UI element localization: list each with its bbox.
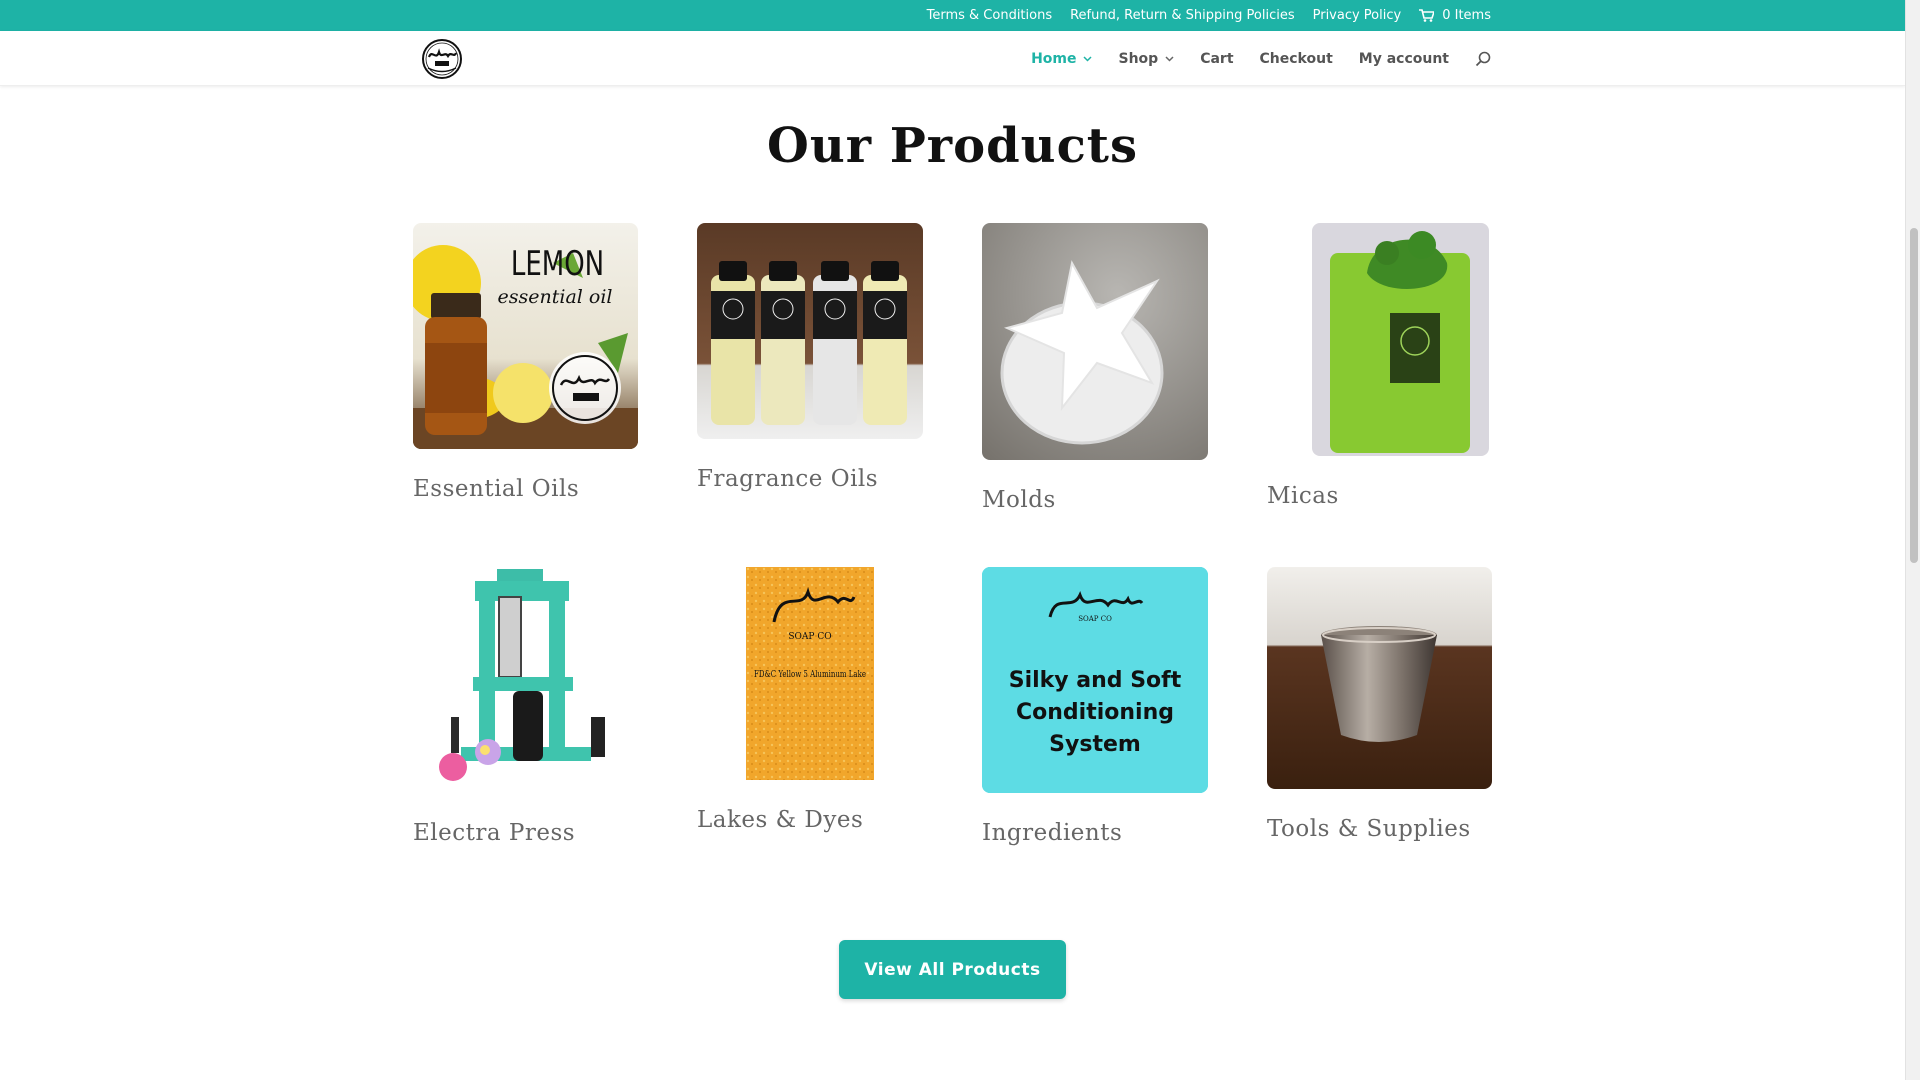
nav-item-shop[interactable]: Shop [1118, 51, 1174, 67]
lemon-image-text: LEMON [511, 245, 604, 284]
product-image-tools-supplies[interactable] [1267, 567, 1492, 789]
lakes-image-text: FD&C Yellow 5 Aluminum Lake [754, 670, 866, 680]
product-image-lakes-dyes[interactable]: SOAP CO FD&C Yellow 5 Aluminum Lake [746, 567, 874, 780]
product-name[interactable]: Essential Oils [413, 476, 579, 502]
cart-icon [1419, 9, 1435, 22]
svg-text:SOAP CO: SOAP CO [1078, 615, 1112, 623]
main-nav: Home Shop Cart Checkout My account [1031, 31, 1491, 86]
product-name[interactable]: Molds [982, 487, 1056, 513]
svg-text:SOAP CO: SOAP CO [788, 632, 831, 642]
view-all-products-button[interactable]: View All Products [839, 940, 1066, 999]
product-image-electra-press[interactable] [413, 567, 639, 793]
product-name[interactable]: Tools & Supplies [1267, 816, 1471, 842]
nav-shop-label: Shop [1118, 50, 1159, 67]
ingredients-image-text: Silky and Soft Conditioning System [1008, 668, 1182, 757]
nav-home-label: Home [1031, 50, 1077, 67]
nav-item-home[interactable]: Home [1031, 50, 1093, 67]
essential-oil-image-text: essential oil [498, 286, 613, 308]
tools-supplies-image [1267, 567, 1492, 789]
nav-item-checkout[interactable]: Checkout [1260, 51, 1333, 67]
product-name[interactable]: Ingredients [982, 820, 1122, 846]
molds-image [982, 223, 1208, 460]
chevron-down-icon [1165, 55, 1174, 62]
top-bar-links: Terms & Conditions Refund, Return & Ship… [927, 0, 1491, 31]
cart-items-label: 0 Items [1442, 8, 1491, 23]
product-name[interactable]: Micas [1267, 483, 1339, 509]
product-image-micas[interactable] [1312, 223, 1489, 456]
product-image-fragrance-oils[interactable] [697, 223, 923, 439]
product-name[interactable]: Fragrance Oils [697, 466, 878, 492]
electra-press-image [413, 567, 639, 793]
product-name[interactable]: Lakes & Dyes [697, 807, 863, 833]
search-icon[interactable] [1475, 51, 1491, 67]
cart-items-link[interactable]: 0 Items [1419, 8, 1491, 23]
main-header: Home Shop Cart Checkout My account [0, 31, 1905, 86]
page-scrollbar[interactable] [1905, 0, 1920, 1080]
product-image-essential-oils[interactable]: LEMON essential oil [413, 223, 638, 449]
top-bar: Terms & Conditions Refund, Return & Ship… [0, 0, 1905, 31]
muddy-soap-logo[interactable] [420, 37, 464, 81]
lakes-dyes-image: SOAP CO FD&C Yellow 5 Aluminum Lake [746, 567, 874, 780]
chevron-down-icon [1083, 55, 1093, 62]
privacy-policy-link[interactable]: Privacy Policy [1313, 8, 1402, 23]
nav-item-my-account[interactable]: My account [1359, 51, 1449, 67]
product-image-molds[interactable] [982, 223, 1208, 460]
refund-policy-link[interactable]: Refund, Return & Shipping Policies [1070, 8, 1295, 23]
essential-oils-image: LEMON essential oil [413, 223, 638, 449]
fragrance-oils-image [697, 223, 923, 439]
product-name[interactable]: Electra Press [413, 820, 575, 846]
terms-link[interactable]: Terms & Conditions [927, 8, 1053, 23]
scrollbar-thumb[interactable] [1910, 228, 1918, 563]
micas-image [1312, 223, 1489, 456]
page-title: Our Products [767, 118, 1138, 174]
nav-item-cart[interactable]: Cart [1200, 51, 1233, 67]
product-image-ingredients[interactable]: SOAP CO Silky and Soft Conditioning Syst… [982, 567, 1208, 793]
